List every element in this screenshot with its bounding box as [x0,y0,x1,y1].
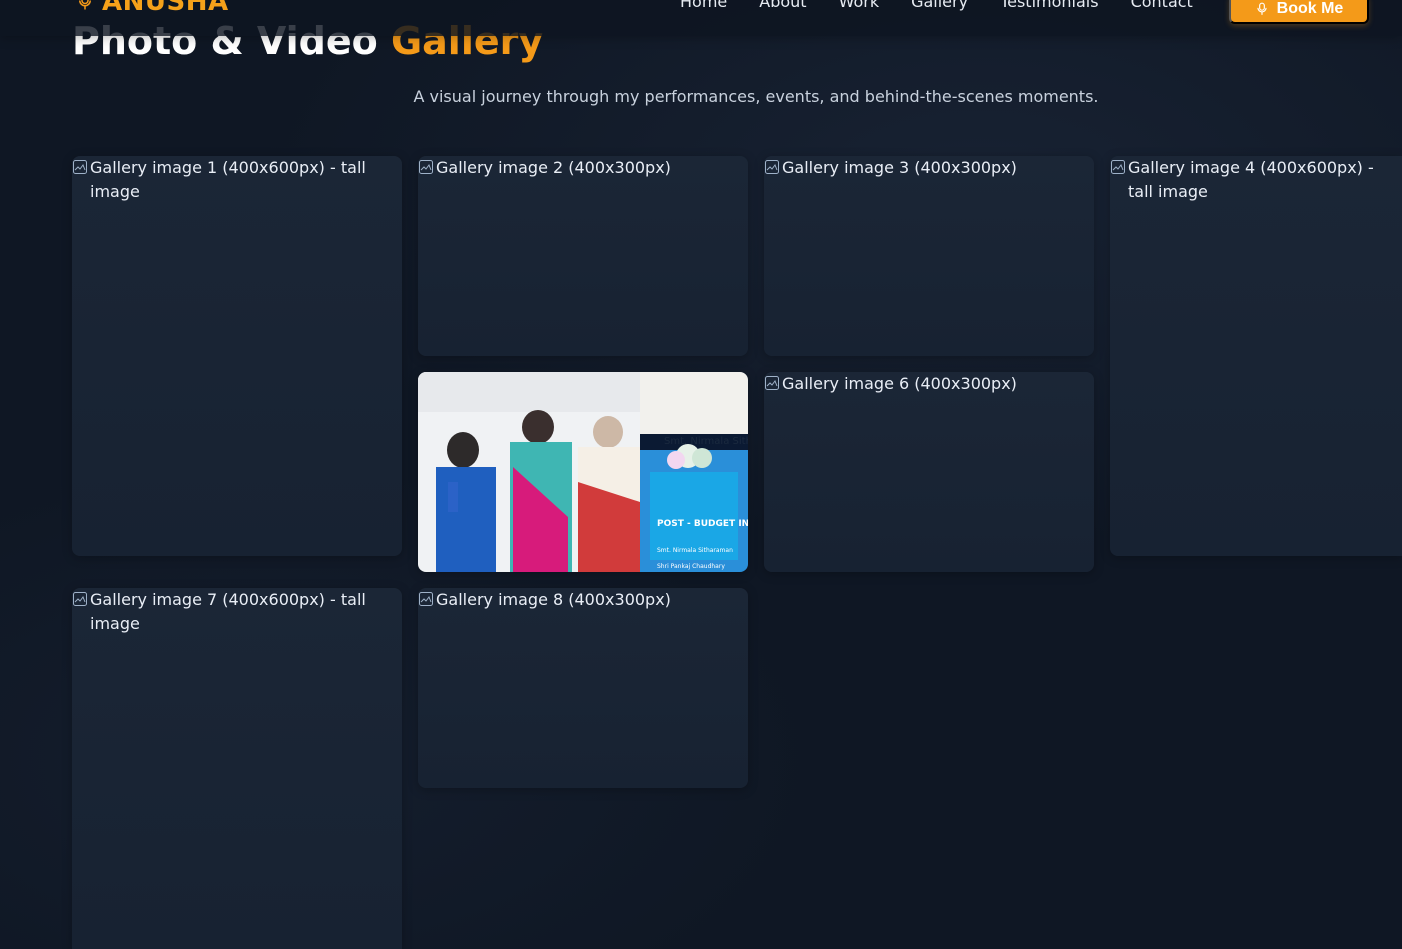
page-subtitle: A visual journey through my performances… [413,87,1099,106]
broken-image: Gallery image 8 (400x300px) [418,588,740,612]
top-navbar: ANUSHA Home About Work Gallery Testimoni… [0,0,1402,36]
nav-link-work[interactable]: Work [839,0,880,12]
broken-image: Gallery image 1 (400x600px) - tall image [72,156,394,204]
image-alt-text: Gallery image 4 (400x600px) - tall image [1128,158,1374,201]
nav-link-home[interactable]: Home [680,0,727,12]
gallery-item-5[interactable]: Smt. Nirmala Sitharaman POST - BUDGET IN… [418,372,748,572]
event-photo: Smt. Nirmala Sitharaman POST - BUDGET IN… [418,372,748,572]
book-me-button[interactable]: Book Me [1229,0,1369,24]
broken-image-icon [73,160,87,174]
gallery-item-2[interactable]: Gallery image 2 (400x300px) [418,156,748,356]
gallery-item-4[interactable]: Gallery image 4 (400x600px) - tall image [1110,156,1402,556]
image-alt-text: Gallery image 7 (400x600px) - tall image [90,590,366,633]
nav-link-contact[interactable]: Contact [1131,0,1193,12]
broken-image-icon [73,592,87,606]
gallery-item-3[interactable]: Gallery image 3 (400x300px) [764,156,1094,356]
gallery-item-8[interactable]: Gallery image 8 (400x300px) [418,588,748,788]
book-me-label: Book Me [1276,0,1344,17]
gallery-item-6[interactable]: Gallery image 6 (400x300px) [764,372,1094,572]
brand-name: ANUSHA [102,0,229,17]
broken-image: Gallery image 3 (400x300px) [764,156,1086,180]
microphone-icon [79,0,91,10]
broken-image-icon [419,160,433,174]
gallery-item-1[interactable]: Gallery image 1 (400x600px) - tall image [72,156,402,556]
sign-line2: Shri Pankaj Chaudhary [657,563,725,570]
sign-main-text: POST - BUDGET INTERACTION [657,519,748,529]
broken-image: Gallery image 4 (400x600px) - tall image [1110,156,1394,204]
broken-image-icon [765,160,779,174]
sign-line1: Smt. Nirmala Sitharaman [657,547,733,554]
broken-image: Gallery image 7 (400x600px) - tall image [72,588,394,636]
image-alt-text: Gallery image 1 (400x600px) - tall image [90,158,366,201]
nav-link-about[interactable]: About [759,0,806,12]
broken-image-icon [1111,160,1125,174]
broken-image-icon [765,376,779,390]
broken-image-icon [419,592,433,606]
nav-link-testimonials[interactable]: Testimonials [1000,0,1099,12]
image-alt-text: Gallery image 8 (400x300px) [436,590,671,609]
microphone-icon [1256,2,1267,15]
gallery-grid: Gallery image 1 (400x600px) - tall image… [72,156,1402,949]
brand[interactable]: ANUSHA [76,0,229,16]
nav-link-gallery[interactable]: Gallery [911,0,968,12]
primary-nav: Home About Work Gallery Testimonials Con… [680,0,1193,16]
image-alt-text: Gallery image 3 (400x300px) [782,158,1017,177]
gallery-photo: Smt. Nirmala Sitharaman POST - BUDGET IN… [418,372,748,572]
sign-top-text: Smt. Nirmala Sitharaman [664,436,748,447]
broken-image: Gallery image 6 (400x300px) [764,372,1086,396]
image-alt-text: Gallery image 2 (400x300px) [436,158,671,177]
gallery-item-7[interactable]: Gallery image 7 (400x600px) - tall image [72,588,402,949]
broken-image: Gallery image 2 (400x300px) [418,156,740,180]
image-alt-text: Gallery image 6 (400x300px) [782,374,1017,393]
